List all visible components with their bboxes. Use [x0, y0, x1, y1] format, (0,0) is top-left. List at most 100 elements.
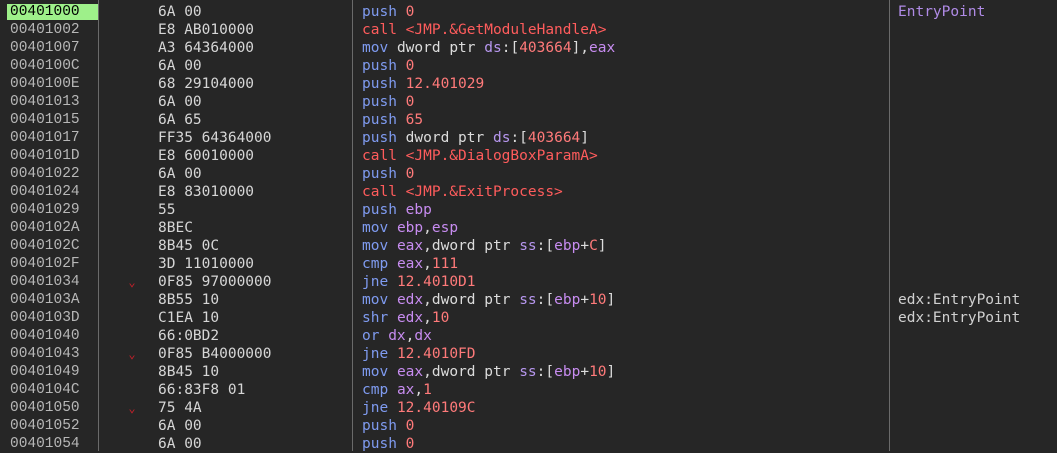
- address-cell[interactable]: 00401013: [10, 93, 98, 111]
- instruction-cell[interactable]: push 0: [362, 3, 882, 21]
- bytes-cell[interactable]: 6A 65: [158, 111, 348, 129]
- bytes-cell[interactable]: E8 83010000: [158, 183, 348, 201]
- instruction-cell[interactable]: mov dword ptr ds:[403664],eax: [362, 39, 882, 57]
- address-cell[interactable]: 0040100E: [10, 75, 98, 93]
- instruction-cell[interactable]: cmp ax,1: [362, 381, 882, 399]
- instruction-cell[interactable]: or dx,dx: [362, 327, 882, 345]
- disasm-row[interactable]: 00401000 6A 00 push 0 EntryPoint: [0, 3, 1057, 21]
- bytes-cell[interactable]: E8 AB010000: [158, 21, 348, 39]
- address-cell[interactable]: 0040100C: [10, 57, 98, 75]
- disasm-row[interactable]: 00401029 55 push ebp: [0, 201, 1057, 219]
- address-cell[interactable]: 0040101D: [10, 147, 98, 165]
- bytes-cell[interactable]: 6A 00: [158, 165, 348, 183]
- bytes-cell[interactable]: C1EA 10: [158, 309, 348, 327]
- disasm-row[interactable]: 0040102C 8B45 0C mov eax,dword ptr ss:[ebp…: [0, 237, 1057, 255]
- instruction-cell[interactable]: push 65: [362, 111, 882, 129]
- address-cell[interactable]: 0040103A: [10, 291, 98, 309]
- disasm-row[interactable]: 00401013 6A 00 push 0: [0, 93, 1057, 111]
- instruction-cell[interactable]: shr edx,10: [362, 309, 882, 327]
- disasm-row[interactable]: 00401022 6A 00 push 0: [0, 165, 1057, 183]
- instruction-cell[interactable]: push 12.401029: [362, 75, 882, 93]
- bytes-cell[interactable]: 8B55 10: [158, 291, 348, 309]
- instruction-cell[interactable]: mov eax,dword ptr ss:[ebp+10]: [362, 363, 882, 381]
- disasm-row[interactable]: 0040103D C1EA 10 shr edx,10 edx:EntryPoint: [0, 309, 1057, 327]
- disasm-row[interactable]: 00401002 E8 AB010000 call <JMP.&GetModuleH…: [0, 21, 1057, 39]
- address-cell[interactable]: 0040102A: [10, 219, 98, 237]
- instruction-cell[interactable]: mov ebp,esp: [362, 219, 882, 237]
- address-cell[interactable]: 00401017: [10, 129, 98, 147]
- bytes-cell[interactable]: 6A 00: [158, 3, 348, 21]
- bytes-cell[interactable]: 6A 00: [158, 417, 348, 435]
- bytes-cell[interactable]: 6A 00: [158, 435, 348, 453]
- address-cell[interactable]: 00401034: [10, 273, 98, 291]
- disasm-row[interactable]: 00401034 ⌄ 0F85 97000000 jne 12.4010D1: [0, 273, 1057, 291]
- bytes-cell[interactable]: 6A 00: [158, 93, 348, 111]
- disasm-row[interactable]: 0040102A 8BEC mov ebp,esp: [0, 219, 1057, 237]
- bytes-cell[interactable]: 0F85 97000000: [158, 273, 348, 291]
- address-cell[interactable]: 00401007: [10, 39, 98, 57]
- disasm-row[interactable]: 00401054 6A 00 push 0: [0, 435, 1057, 453]
- bytes-cell[interactable]: 6A 00: [158, 57, 348, 75]
- bytes-cell[interactable]: 68 29104000: [158, 75, 348, 93]
- disasm-row[interactable]: 0040100C 6A 00 push 0: [0, 57, 1057, 75]
- instruction-cell[interactable]: call <JMP.&GetModuleHandleA>: [362, 21, 882, 39]
- instruction-cell[interactable]: jne 12.4010D1: [362, 273, 882, 291]
- bytes-cell[interactable]: A3 64364000: [158, 39, 348, 57]
- jump-arrow-icon[interactable]: ⌄: [124, 399, 140, 417]
- address-cell[interactable]: 00401022: [10, 165, 98, 183]
- disasm-row[interactable]: 00401052 6A 00 push 0: [0, 417, 1057, 435]
- address-cell[interactable]: 00401029: [10, 201, 98, 219]
- disasm-row[interactable]: 00401049 8B45 10 mov eax,dword ptr ss:[ebp…: [0, 363, 1057, 381]
- instruction-cell[interactable]: push 0: [362, 165, 882, 183]
- bytes-cell[interactable]: 8B45 0C: [158, 237, 348, 255]
- disasm-row[interactable]: 0040102F 3D 11010000 cmp eax,111: [0, 255, 1057, 273]
- disassembly-listing[interactable]: 00401000 6A 00 push 0 EntryPoint 00401002 E8 …: [0, 0, 1057, 453]
- bytes-cell[interactable]: 8B45 10: [158, 363, 348, 381]
- address-cell[interactable]: 0040102C: [10, 237, 98, 255]
- address-cell[interactable]: 0040103D: [10, 309, 98, 327]
- address-cell[interactable]: 00401015: [10, 111, 98, 129]
- address-cell[interactable]: 00401024: [10, 183, 98, 201]
- instruction-cell[interactable]: mov eax,dword ptr ss:[ebp+C]: [362, 237, 882, 255]
- disasm-row[interactable]: 0040103A 8B55 10 mov edx,dword ptr ss:[ebp…: [0, 291, 1057, 309]
- address-cell[interactable]: 00401052: [10, 417, 98, 435]
- address-cell[interactable]: 00401002: [10, 21, 98, 39]
- instruction-cell[interactable]: push dword ptr ds:[403664]: [362, 129, 882, 147]
- address-cell[interactable]: 00401040: [10, 327, 98, 345]
- instruction-cell[interactable]: push 0: [362, 417, 882, 435]
- bytes-cell[interactable]: 55: [158, 201, 348, 219]
- current-address[interactable]: 00401000: [7, 4, 98, 20]
- label-comment[interactable]: EntryPoint: [898, 3, 1053, 21]
- comment-cell[interactable]: edx:EntryPoint: [898, 309, 1053, 327]
- disasm-row[interactable]: 0040104C 66:83F8 01 cmp ax,1: [0, 381, 1057, 399]
- instruction-cell[interactable]: push 0: [362, 435, 882, 453]
- instruction-cell[interactable]: jne 12.4010FD: [362, 345, 882, 363]
- disasm-row[interactable]: 00401015 6A 65 push 65: [0, 111, 1057, 129]
- bytes-cell[interactable]: 75 4A: [158, 399, 348, 417]
- instruction-cell[interactable]: call <JMP.&DialogBoxParamA>: [362, 147, 882, 165]
- address-cell[interactable]: 00401054: [10, 435, 98, 453]
- instruction-cell[interactable]: jne 12.40109C: [362, 399, 882, 417]
- instruction-cell[interactable]: push ebp: [362, 201, 882, 219]
- bytes-cell[interactable]: E8 60010000: [158, 147, 348, 165]
- address-cell[interactable]: 00401050: [10, 399, 98, 417]
- bytes-cell[interactable]: 66:83F8 01: [158, 381, 348, 399]
- address-cell[interactable]: 00401049: [10, 363, 98, 381]
- address-cell[interactable]: 0040104C: [10, 381, 98, 399]
- disasm-row[interactable]: 00401024 E8 83010000 call <JMP.&ExitProces…: [0, 183, 1057, 201]
- jump-arrow-icon[interactable]: ⌄: [124, 273, 140, 291]
- bytes-cell[interactable]: 0F85 B4000000: [158, 345, 348, 363]
- disasm-row[interactable]: 00401050 ⌄ 75 4A jne 12.40109C: [0, 399, 1057, 417]
- bytes-cell[interactable]: 3D 11010000: [158, 255, 348, 273]
- disasm-row[interactable]: 00401017 FF35 64364000 push dword ptr ds:[…: [0, 129, 1057, 147]
- address-cell[interactable]: 0040102F: [10, 255, 98, 273]
- instruction-cell[interactable]: push 0: [362, 93, 882, 111]
- bytes-cell[interactable]: FF35 64364000: [158, 129, 348, 147]
- comment-cell[interactable]: edx:EntryPoint: [898, 291, 1053, 309]
- instruction-cell[interactable]: push 0: [362, 57, 882, 75]
- disasm-row[interactable]: 00401043 ⌄ 0F85 B4000000 jne 12.4010FD: [0, 345, 1057, 363]
- disasm-row[interactable]: 00401040 66:0BD2 or dx,dx: [0, 327, 1057, 345]
- address-cell[interactable]: 00401043: [10, 345, 98, 363]
- bytes-cell[interactable]: 66:0BD2: [158, 327, 348, 345]
- disasm-row[interactable]: 0040100E 68 29104000 push 12.401029: [0, 75, 1057, 93]
